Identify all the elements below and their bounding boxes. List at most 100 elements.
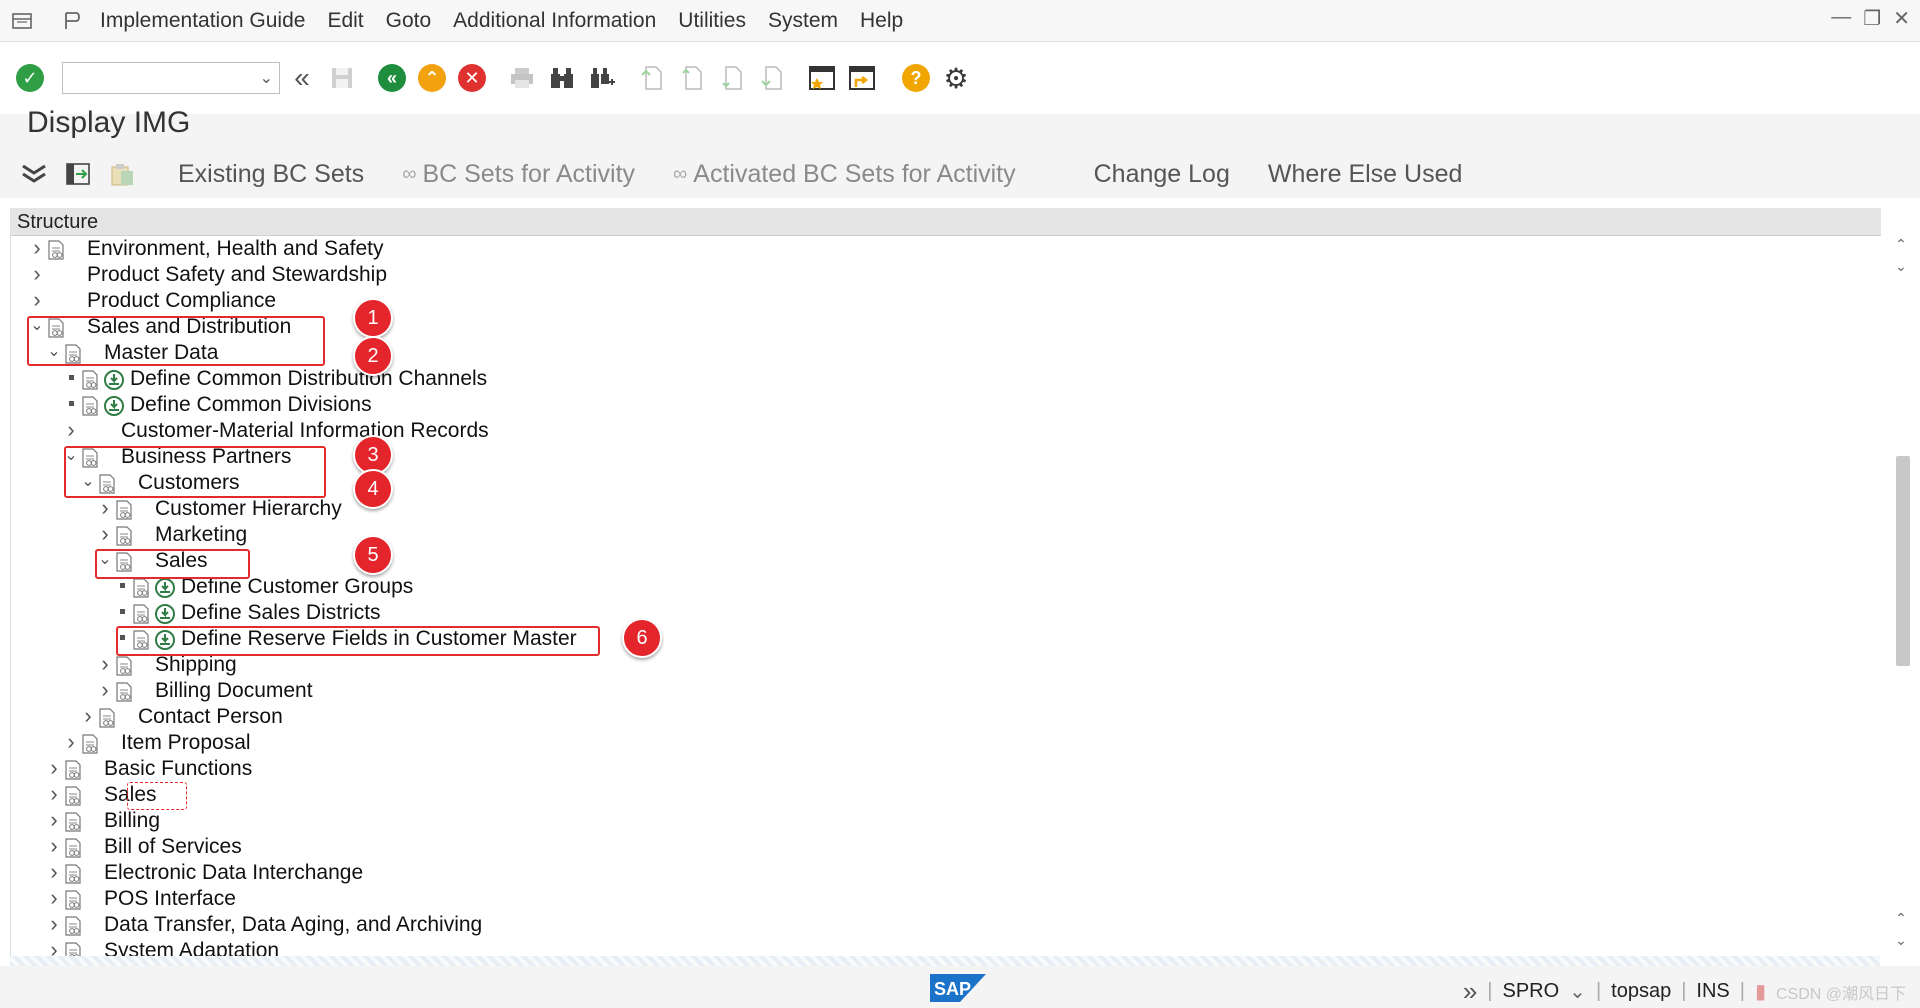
tree-node[interactable]: › Customer Hierarchy: [11, 496, 1011, 522]
tree-node[interactable]: › POS Interface: [11, 886, 1011, 912]
command-field[interactable]: ⌄: [62, 62, 280, 94]
documentation-icon[interactable]: [64, 786, 82, 806]
documentation-icon[interactable]: [115, 500, 133, 520]
tree-node[interactable]: › Product Compliance: [11, 288, 1011, 314]
tree-node-label[interactable]: Marketing: [155, 522, 247, 548]
scroll-down-step-icon[interactable]: ⌃: [1890, 910, 1912, 932]
tree-node-label[interactable]: System Adaptation: [104, 938, 279, 956]
tree-node-label[interactable]: Billing Document: [155, 678, 313, 704]
tree-node[interactable]: › Product Safety and Stewardship: [11, 262, 1011, 288]
documentation-icon[interactable]: [98, 708, 116, 728]
documentation-icon[interactable]: [132, 604, 150, 624]
new-session-button[interactable]: [804, 60, 840, 96]
first-page-button[interactable]: [634, 60, 670, 96]
menu-implementation-guide[interactable]: Implementation Guide: [100, 9, 305, 33]
chevron-right-icon[interactable]: ›: [46, 808, 62, 832]
documentation-icon[interactable]: [64, 916, 82, 936]
scroll-down-icon[interactable]: ⌄: [1890, 932, 1912, 954]
back-button[interactable]: «: [374, 60, 410, 96]
tree-node[interactable]: › Billing Document: [11, 678, 1011, 704]
app-button-existing-bc-sets[interactable]: Existing BC Sets: [178, 160, 364, 189]
restore-icon[interactable]: ❐: [1863, 6, 1881, 31]
scroll-up-icon[interactable]: ⌃: [1890, 236, 1912, 258]
app-button-change-log[interactable]: Change Log: [1094, 160, 1230, 189]
tree-node-label[interactable]: Item Proposal: [121, 730, 251, 756]
enter-button[interactable]: ✓: [12, 60, 48, 96]
minimize-icon[interactable]: —: [1831, 6, 1851, 31]
app-button-activated-bc-sets-for-activity[interactable]: ∞ Activated BC Sets for Activity: [673, 160, 1016, 189]
chevron-right-icon[interactable]: ›: [97, 652, 113, 676]
next-page-button[interactable]: [714, 60, 750, 96]
documentation-icon[interactable]: [64, 838, 82, 858]
menu-system[interactable]: System: [768, 9, 838, 33]
chevron-right-icon[interactable]: ›: [46, 912, 62, 936]
tree-node-label[interactable]: Basic Functions: [104, 756, 252, 782]
chevron-right-icon[interactable]: ›: [46, 782, 62, 806]
execute-activity-icon[interactable]: [154, 603, 176, 625]
customize-layout-icon[interactable]: [58, 7, 86, 35]
tree-node[interactable]: › Billing: [11, 808, 1011, 834]
tree-node[interactable]: Define Sales Districts: [11, 600, 1011, 626]
tree-node[interactable]: Define Common Divisions: [11, 392, 1011, 418]
chevron-right-icon[interactable]: ›: [46, 886, 62, 910]
tree-node-label[interactable]: Customer-Material Information Records: [121, 418, 489, 444]
tree-node-label[interactable]: Billing: [104, 808, 160, 834]
tree-node[interactable]: › Electronic Data Interchange: [11, 860, 1011, 886]
documentation-icon[interactable]: [81, 734, 99, 754]
execute-activity-icon[interactable]: [103, 395, 125, 417]
tree-node-label[interactable]: Define Sales Districts: [181, 600, 381, 626]
help-button[interactable]: ?: [898, 60, 934, 96]
exit-button[interactable]: ⌃: [414, 60, 450, 96]
menu-additional-information[interactable]: Additional Information: [453, 9, 656, 33]
scroll-thumb[interactable]: [1896, 456, 1910, 666]
expand-subtree-button[interactable]: [16, 156, 52, 192]
chevron-right-icon[interactable]: ›: [97, 522, 113, 546]
tree-node[interactable]: › Marketing: [11, 522, 1011, 548]
documentation-icon[interactable]: [64, 942, 82, 956]
tree-node[interactable]: › Contact Person: [11, 704, 1011, 730]
tree-node[interactable]: › Basic Functions: [11, 756, 1011, 782]
documentation-icon[interactable]: [81, 396, 99, 416]
chevron-down-icon[interactable]: ⌄: [260, 68, 273, 88]
find-next-button[interactable]: [584, 60, 620, 96]
tree-node[interactable]: Define Common Distribution Channels: [11, 366, 1011, 392]
menu-edit[interactable]: Edit: [327, 9, 363, 33]
clipboard-button[interactable]: [104, 156, 140, 192]
documentation-icon[interactable]: [115, 526, 133, 546]
chevron-right-icon[interactable]: ›: [46, 938, 62, 957]
tree-node-label[interactable]: Define Common Divisions: [130, 392, 372, 418]
vertical-scrollbar[interactable]: ⌃ ⌄ ⌃ ⌄: [1890, 236, 1912, 954]
last-page-button[interactable]: [754, 60, 790, 96]
documentation-icon[interactable]: [64, 760, 82, 780]
tree-node-label[interactable]: Contact Person: [138, 704, 283, 730]
tree-node[interactable]: › Customer-Material Information Records: [11, 418, 1011, 444]
documentation-icon[interactable]: [64, 812, 82, 832]
tree-node[interactable]: › Item Proposal: [11, 730, 1011, 756]
print-button[interactable]: [504, 60, 540, 96]
tree-node-label[interactable]: Bill of Services: [104, 834, 242, 860]
tree-node[interactable]: › Data Transfer, Data Aging, and Archivin…: [11, 912, 1011, 938]
app-button-bc-sets-for-activity[interactable]: ∞ BC Sets for Activity: [402, 160, 635, 189]
menu-help[interactable]: Help: [860, 9, 903, 33]
chevron-down-icon[interactable]: ⌄: [1569, 979, 1586, 1004]
chevron-right-icon[interactable]: ›: [29, 236, 45, 260]
tree-node-label[interactable]: POS Interface: [104, 886, 236, 912]
command-input[interactable]: [63, 63, 279, 93]
close-window-icon[interactable]: ✕: [1893, 6, 1910, 31]
tree-node-label[interactable]: Product Compliance: [87, 288, 276, 314]
chevron-right-icon[interactable]: ›: [97, 678, 113, 702]
menu-goto[interactable]: Goto: [386, 9, 432, 33]
scroll-up-step-icon[interactable]: ⌄: [1890, 258, 1912, 280]
tree-node-label[interactable]: Product Safety and Stewardship: [87, 262, 387, 288]
chevron-right-icon[interactable]: ›: [97, 496, 113, 520]
find-button[interactable]: [544, 60, 580, 96]
documentation-icon[interactable]: [64, 864, 82, 884]
tree-node[interactable]: › System Adaptation: [11, 938, 1011, 956]
chevron-right-icon[interactable]: ›: [63, 730, 79, 754]
tree-node[interactable]: › Bill of Services: [11, 834, 1011, 860]
shortcut-button[interactable]: [844, 60, 880, 96]
chevron-right-icon[interactable]: ›: [46, 860, 62, 884]
chevron-right-icon[interactable]: ›: [80, 704, 96, 728]
position-button[interactable]: [60, 156, 96, 192]
chevron-right-icon[interactable]: ›: [63, 418, 79, 442]
